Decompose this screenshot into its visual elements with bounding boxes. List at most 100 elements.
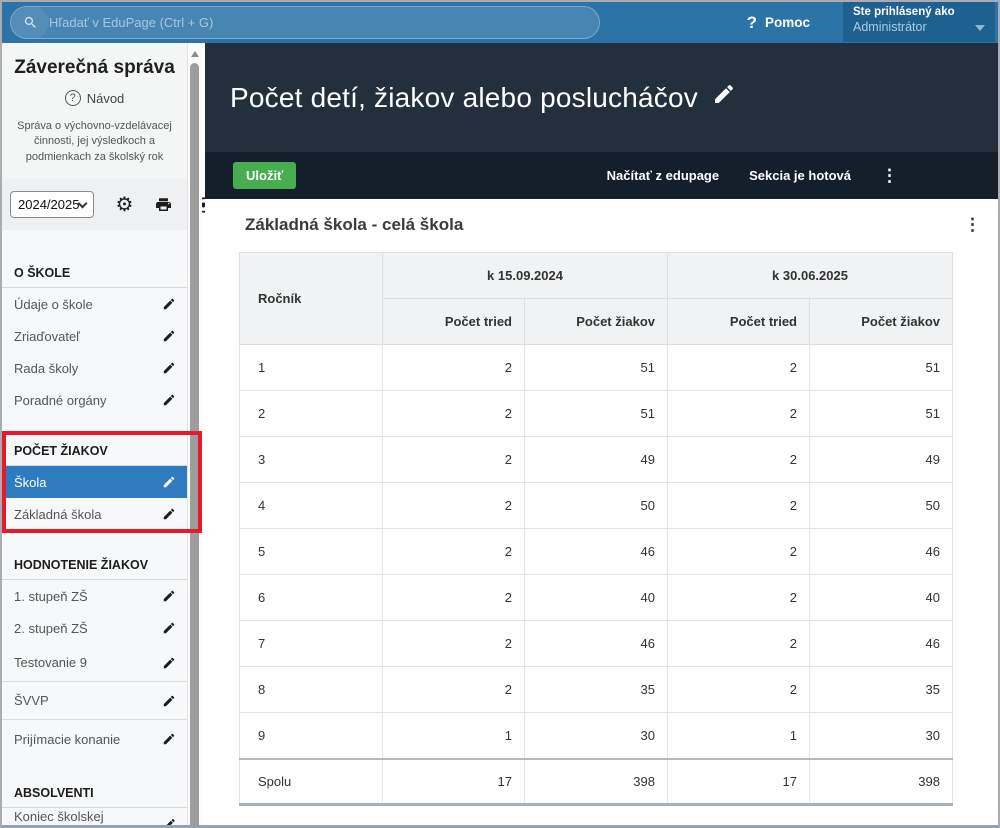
- total-label: Spolu: [240, 759, 383, 805]
- col-header-rocnik: Ročník: [240, 253, 383, 345]
- pencil-icon: [163, 817, 176, 828]
- table-cell: 30: [525, 713, 668, 759]
- col-header-pocet-ziakov: Počet žiakov: [810, 299, 953, 345]
- search-box[interactable]: [10, 6, 600, 39]
- section-o-skole: O ŠKOLE Údaje o škole Zriaďovateľ Rada š…: [2, 260, 187, 416]
- table-cell: 2: [383, 575, 525, 621]
- table-cell: 2: [668, 575, 810, 621]
- top-bar: ? Pomoc Ste prihlásený ako Administrátor: [2, 2, 998, 43]
- table-cell: 35: [525, 667, 668, 713]
- item-label: 2. stupeň ZŠ: [14, 621, 88, 636]
- section-header: HODNOTENIE ŽIAKOV: [2, 552, 187, 580]
- sidebar-toolbar: 2024/2025 ⚙: [2, 179, 187, 230]
- pencil-icon: [162, 475, 176, 489]
- item-label: Údaje o škole: [14, 297, 93, 312]
- pencil-icon: [162, 621, 176, 635]
- sidebar-item-testovanie-9[interactable]: Testovanie 9: [2, 644, 187, 682]
- toolbar-right: Načítať z edupage Sekcia je hotová ⋮: [607, 166, 998, 186]
- table-row: 7246246: [240, 621, 953, 667]
- user-menu[interactable]: Ste prihlásený ako Administrátor: [843, 2, 995, 42]
- scrollbar-thumb[interactable]: [190, 63, 199, 828]
- sidebar-item-udaje-o-skole[interactable]: Údaje o škole: [2, 288, 187, 320]
- table-cell: 2: [668, 529, 810, 575]
- search-input[interactable]: [49, 15, 599, 30]
- caret-down-icon: [975, 25, 985, 31]
- section-done-button[interactable]: Sekcia je hotová: [749, 168, 851, 183]
- item-label: Rada školy: [14, 361, 78, 376]
- page-header: Počet detí, žiakov alebo poslucháčov: [205, 43, 998, 152]
- pencil-icon: [162, 732, 176, 746]
- sidebar-item-koniec-skolskej-dochadzky[interactable]: Koniec školskej dochádzky: [2, 808, 187, 828]
- table-cell: 2: [240, 391, 383, 437]
- pencil-icon: [162, 694, 176, 708]
- table-cell: 2: [383, 667, 525, 713]
- total-cell: 398: [810, 759, 953, 805]
- sidebar-item-poradne-organy[interactable]: Poradné orgány: [2, 384, 187, 416]
- sidebar-item-svvp[interactable]: ŠVVP: [2, 682, 187, 720]
- table-cell: 40: [525, 575, 668, 621]
- sidebar-item-zriadovatel[interactable]: Zriaďovateľ: [2, 320, 187, 352]
- section-toolbar: Uložiť Načítať z edupage Sekcia je hotov…: [205, 152, 998, 199]
- pencil-icon: [162, 361, 176, 375]
- table-cell: 3: [240, 437, 383, 483]
- table-cell: 51: [810, 345, 953, 391]
- sidebar-item-zakladna-skola[interactable]: Základná škola: [2, 498, 187, 530]
- section-header: ABSOLVENTI: [2, 780, 187, 808]
- table-card: Základná škola - celá škola ⋮ Ročník k 1…: [205, 199, 998, 806]
- user-role: Administrátor: [853, 20, 985, 34]
- pencil-icon: [162, 656, 176, 670]
- sidebar-item-2-stupen-zs[interactable]: 2. stupeň ZŠ: [2, 612, 187, 644]
- table-cell: 49: [525, 437, 668, 483]
- col-header-pocet-ziakov: Počet žiakov: [525, 299, 668, 345]
- pencil-icon: [162, 329, 176, 343]
- print-button[interactable]: [154, 196, 173, 214]
- pencil-icon: [162, 589, 176, 603]
- report-title: Záverečná správa: [10, 57, 179, 79]
- guide-label: Návod: [87, 91, 125, 106]
- search-icon: [11, 6, 49, 39]
- save-button[interactable]: Uložiť: [233, 162, 296, 189]
- table-cell: 30: [810, 713, 953, 759]
- help-button[interactable]: ? Pomoc: [747, 2, 810, 43]
- load-from-edupage-button[interactable]: Načítať z edupage: [607, 168, 719, 183]
- table-cell: 46: [525, 529, 668, 575]
- card-menu-icon[interactable]: ⋮: [964, 215, 983, 235]
- table-cell: 1: [240, 345, 383, 391]
- sidebar-item-skola[interactable]: Škola: [2, 466, 187, 498]
- total-cell: 398: [525, 759, 668, 805]
- settings-button[interactable]: ⚙: [115, 195, 133, 215]
- item-label: Poradné orgány: [14, 393, 107, 408]
- sidebar-item-1-stupen-zs[interactable]: 1. stupeň ZŠ: [2, 580, 187, 612]
- main-content: Počet detí, žiakov alebo poslucháčov Ulo…: [205, 43, 998, 825]
- table-row: 4250250: [240, 483, 953, 529]
- item-label: ŠVVP: [14, 693, 49, 708]
- pupil-count-table: Ročník k 15.09.2024 k 30.06.2025 Počet t…: [239, 252, 953, 806]
- school-year-select[interactable]: 2024/2025: [10, 191, 94, 218]
- table-cell: 6: [240, 575, 383, 621]
- gear-icon: ⚙: [115, 195, 133, 215]
- table-cell: 46: [810, 621, 953, 667]
- user-label: Ste prihlásený ako: [853, 6, 985, 18]
- table-cell: 2: [383, 437, 525, 483]
- section-pocet-ziakov: POČET ŽIAKOV Škola Základná škola: [2, 438, 187, 530]
- table-cell: 2: [383, 529, 525, 575]
- question-circle-icon: ?: [65, 90, 81, 106]
- sidebar-item-rada-skoly[interactable]: Rada školy: [2, 352, 187, 384]
- pencil-icon: [162, 507, 176, 521]
- app-window: ? Pomoc Ste prihlásený ako Administrátor…: [0, 0, 1000, 828]
- scroll-up-icon[interactable]: [191, 51, 199, 57]
- table-cell: 49: [810, 437, 953, 483]
- section-hodnotenie-ziakov: HODNOTENIE ŽIAKOV 1. stupeň ZŠ 2. stupeň…: [2, 552, 187, 758]
- table-cell: 5: [240, 529, 383, 575]
- pencil-icon: [162, 393, 176, 407]
- edit-title-pencil-icon[interactable]: [712, 82, 736, 106]
- table-cell: 50: [525, 483, 668, 529]
- guide-link[interactable]: ? Návod: [10, 90, 179, 106]
- table-cell: 40: [810, 575, 953, 621]
- sidebar-item-prijimacie-konanie[interactable]: Prijímacie konanie: [2, 720, 187, 758]
- more-options-icon[interactable]: ⋮: [881, 166, 898, 186]
- card-header: Základná škola - celá škola ⋮: [239, 215, 983, 235]
- section-absolventi: ABSOLVENTI Koniec školskej dochádzky: [2, 780, 187, 828]
- school-year-value: 2024/2025: [18, 197, 79, 212]
- table-cell: 2: [668, 667, 810, 713]
